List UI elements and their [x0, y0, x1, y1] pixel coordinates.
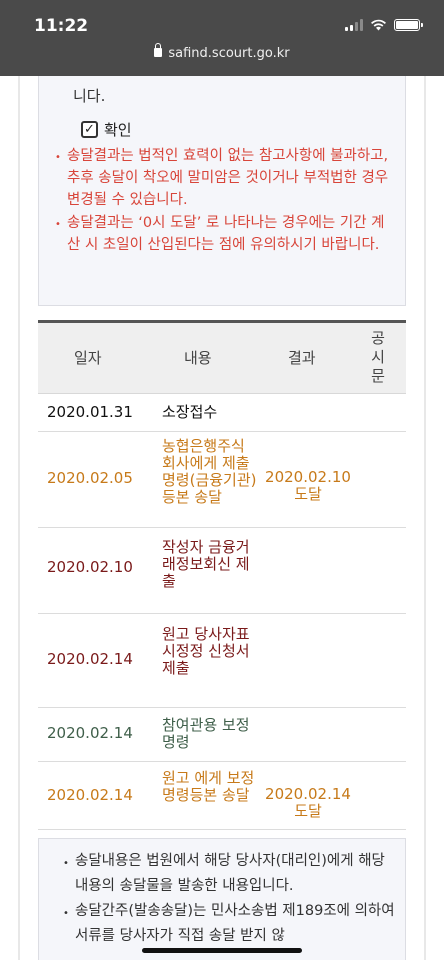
notice-item: 송달결과는 법적인 효력이 없는 참고사항에 불과하고, 추후 송달이 착오에 … [55, 145, 393, 211]
battery-icon [394, 19, 423, 31]
table-row: 2020.01.31 소장접수 [38, 394, 406, 432]
notice-item: 송달결과는 ‘0시 도달’ 로 나타나는 경우에는 기간 계산 시 초일이 산입… [55, 212, 393, 256]
page-content: 니다. ✓ 확인 송달결과는 법적인 효력이 없는 참고사항에 불과하고, 추후… [0, 76, 444, 960]
notice-box: 니다. ✓ 확인 송달결과는 법적인 효력이 없는 참고사항에 불과하고, 추후… [38, 76, 406, 306]
url-text: safind.scourt.go.kr [168, 46, 290, 61]
row-content: 원고 에게 보정명령등본 송달 [162, 769, 255, 804]
info-box: 송달내용은 법원에서 해당 당사자(대리인)에게 해당 내용의 송달물을 발송한… [38, 838, 406, 960]
info-item: 송달내용은 법원에서 해당 당사자(대리인)에게 해당 내용의 송달물을 발송한… [63, 849, 397, 899]
url-bar[interactable]: safind.scourt.go.kr [0, 43, 444, 61]
row-date: 2020.02.14 [47, 650, 133, 668]
status-icons [345, 19, 423, 31]
status-time: 11:22 [34, 16, 89, 36]
row-result: 2020.02.14 도달 [265, 785, 351, 820]
row-content: 작성자 금융거래정보회신 제출 [162, 538, 250, 590]
row-date: 2020.02.10 [47, 558, 133, 576]
table-row: 2020.02.14 원고 당사자표시정정 신청서 제출 [38, 614, 406, 708]
row-content: 참여관용 보정명령 [162, 716, 250, 751]
home-indicator[interactable] [142, 948, 302, 953]
header-content: 내용 [184, 349, 212, 367]
page-border-right [424, 76, 426, 960]
wifi-icon [371, 19, 386, 31]
table-row: 2020.02.10 작성자 금융거래정보회신 제출 [38, 528, 406, 614]
confirm-checkbox[interactable]: ✓ [81, 121, 98, 138]
table-row: 2020.02.05 농협은행주식회사에게 제출명령(금융기관) 등본 송달 2… [38, 432, 406, 528]
info-list: 송달내용은 법원에서 해당 당사자(대리인)에게 해당 내용의 송달물을 발송한… [63, 849, 397, 949]
row-date: 2020.02.14 [47, 786, 133, 804]
row-date: 2020.01.31 [47, 403, 133, 421]
confirm-label: 확인 [104, 121, 132, 139]
header-date: 일자 [74, 349, 102, 367]
table-row: 2020.02.14 원고 에게 보정명령등본 송달 2020.02.14 도달 [38, 762, 406, 830]
page-border-left [18, 76, 20, 960]
info-item: 송달간주(발송송달)는 민사소송법 제189조에 의하여 서류를 당사자가 직접… [63, 899, 397, 949]
cellular-signal-icon [345, 19, 363, 31]
row-result: 2020.02.10 도달 [265, 468, 351, 503]
row-date: 2020.02.14 [47, 724, 133, 742]
confirm-checkbox-row[interactable]: ✓ 확인 [81, 119, 132, 140]
browser-header: 11:22 safind.scourt.go.kr [0, 0, 444, 76]
service-result-table: 일자 내용 결과 공시문 2020.01.31 소장접수 2020.02.05 … [38, 320, 406, 830]
lock-icon [154, 43, 163, 57]
row-content: 농협은행주식회사에게 제출명령(금융기관) 등본 송달 [162, 437, 257, 506]
table-header: 일자 내용 결과 공시문 [38, 320, 406, 394]
notice-continued-text: 니다. [73, 87, 106, 105]
header-public-notice: 공시문 [371, 329, 385, 385]
notice-list: 송달결과는 법적인 효력이 없는 참고사항에 불과하고, 추후 송달이 착오에 … [55, 145, 393, 257]
row-content: 원고 당사자표시정정 신청서 제출 [162, 625, 250, 677]
table-row: 2020.02.14 참여관용 보정명령 [38, 708, 406, 762]
header-result: 결과 [288, 349, 316, 367]
row-date: 2020.02.05 [47, 469, 133, 487]
row-content: 소장접수 [162, 403, 218, 421]
